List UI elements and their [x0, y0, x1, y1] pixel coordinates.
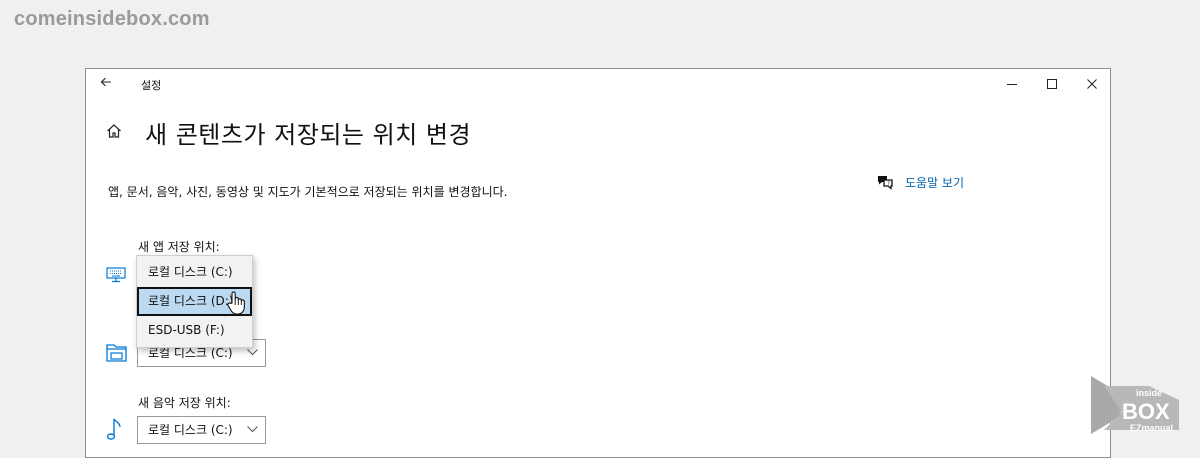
music-note-icon — [106, 418, 121, 440]
music-location-select[interactable]: 로컬 디스크 (C:) — [137, 416, 266, 444]
minimize-icon — [1007, 84, 1017, 85]
title-bar: 설정 — [86, 69, 1110, 99]
insidebox-logo: inside BOX EZmanual — [1091, 376, 1179, 434]
page-title: 새 콘텐츠가 저장되는 위치 변경 — [145, 121, 472, 149]
chevron-down-icon — [247, 349, 258, 356]
documents-location-value: 로컬 디스크 (C:) — [148, 346, 233, 360]
hand-cursor-icon — [227, 291, 245, 315]
svg-text:EZmanual: EZmanual — [1130, 423, 1173, 433]
close-icon — [1087, 79, 1097, 89]
svg-text:?: ? — [887, 181, 890, 187]
monitor-icon — [106, 267, 126, 283]
close-button[interactable] — [1069, 69, 1110, 99]
home-icon — [107, 124, 121, 138]
new-apps-label: 새 앱 저장 위치: — [138, 240, 220, 254]
help-link-row[interactable]: ? 도움말 보기 — [876, 173, 964, 191]
folder-icon — [106, 344, 127, 362]
back-arrow-icon — [100, 77, 111, 87]
music-location-value: 로컬 디스크 (C:) — [148, 423, 233, 437]
chevron-down-icon — [247, 426, 258, 433]
help-link[interactable]: 도움말 보기 — [905, 174, 964, 191]
dropdown-option-f[interactable]: ESD-USB (F:) — [137, 316, 252, 345]
back-button[interactable] — [96, 74, 116, 94]
dropdown-option-c[interactable]: 로컬 디스크 (C:) — [137, 258, 252, 287]
svg-text:BOX: BOX — [1122, 399, 1170, 424]
chat-help-icon: ? — [878, 176, 893, 190]
page-description: 앱, 문서, 음악, 사진, 동영상 및 지도가 기본적으로 저장되는 위치를 … — [108, 185, 508, 199]
settings-window: 설정 새 콘텐츠가 저장되는 위치 변경 앱, 문서, 음악, 사진, 동영상 … — [85, 68, 1111, 458]
maximize-icon — [1047, 79, 1057, 89]
site-watermark: comeinsidebox.com — [14, 8, 210, 30]
window-title: 설정 — [141, 79, 162, 92]
new-music-label: 새 음악 저장 위치: — [138, 396, 231, 410]
svg-text:inside: inside — [1136, 388, 1162, 398]
